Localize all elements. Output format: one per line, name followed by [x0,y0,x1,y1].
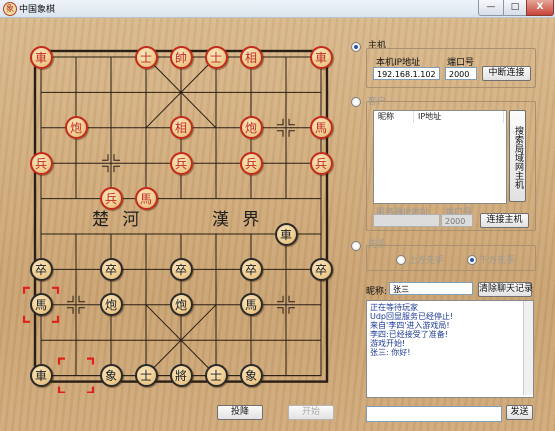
red-piece[interactable]: 炮 [64,116,88,140]
black-piece[interactable]: 象 [99,364,123,388]
chat-message: 正在等待玩家 [370,303,418,312]
red-piece[interactable]: 炮 [239,116,263,140]
chat-log[interactable]: 正在等待玩家 Udp回显服务已经停止! 来自'李四'进入游戏局! 李四:已经接受… [366,300,534,398]
position-mark [288,295,295,303]
black-piece[interactable]: 士 [134,364,158,388]
app-window: 象 中国象棋 — □ X 楚 河 漢 界 車士帥士相車炮相炮馬兵兵兵兵兵馬車卒卒… [0,0,555,431]
position-mark [67,295,74,303]
chess-piece-icon: 象 [3,2,17,16]
chat-input[interactable] [366,406,502,422]
maximize-button[interactable]: □ [503,0,527,16]
top-first-radio[interactable] [396,255,406,265]
black-piece[interactable]: 炮 [169,293,193,317]
selection-marker [57,357,65,365]
chat-message: 李四:已经接受了准备! [370,330,448,339]
first-move-radio[interactable] [351,241,361,251]
client-port-field[interactable]: 2000 [441,214,473,227]
selection-marker [87,357,95,365]
red-piece[interactable]: 兵 [169,151,193,175]
black-piece[interactable]: 馬 [239,293,263,317]
chess-board[interactable]: 楚 河 漢 界 車士帥士相車炮相炮馬兵兵兵兵兵馬車卒卒卒卒卒馬炮炮馬車象士將士象 [20,37,340,393]
minimize-button[interactable]: — [478,0,504,16]
clear-chat-button[interactable]: 清除聊天记录 [478,282,533,297]
selection-marker [52,286,60,294]
black-piece[interactable]: 車 [274,222,298,246]
black-piece[interactable]: 卒 [169,257,193,281]
position-mark [277,307,284,314]
position-mark [288,118,295,126]
red-piece[interactable]: 兵 [309,151,333,175]
bottom-first-label: 下方先手 [479,256,516,266]
connect-host-button[interactable]: 连接主机 [480,213,529,228]
list-header-ip[interactable]: IP地址 [414,111,504,123]
chat-message: 游戏开始! [370,339,406,348]
position-mark [67,307,74,314]
host-port-field[interactable]: 2000 [445,67,477,80]
nickname-field[interactable]: 张三 [389,282,473,295]
selection-marker [87,386,95,393]
client-radio[interactable] [351,97,361,107]
position-mark [277,118,284,126]
red-piece[interactable]: 士 [204,45,228,69]
position-mark [113,165,120,173]
red-piece[interactable]: 兵 [239,151,263,175]
position-mark [78,307,85,314]
red-piece[interactable]: 馬 [134,187,158,211]
title-bar: 象 中国象棋 — □ X [0,0,555,18]
red-piece[interactable]: 兵 [29,151,53,175]
list-header-nickname[interactable]: 昵称 [374,111,414,123]
position-mark [113,154,120,161]
black-piece[interactable]: 象 [239,364,263,388]
selection-marker [22,315,30,323]
black-piece[interactable]: 炮 [99,293,123,317]
selection-marker [52,315,60,323]
window-title: 中国象棋 [19,5,56,15]
red-piece[interactable]: 相 [169,116,193,140]
black-piece[interactable]: 卒 [239,257,263,281]
black-piece[interactable]: 卒 [309,257,333,281]
position-mark [288,307,295,314]
surrender-button[interactable]: 投降 [217,405,263,420]
river-text-left: 楚 河 [92,210,144,230]
host-radio[interactable] [351,42,361,52]
black-piece[interactable]: 卒 [99,257,123,281]
river-text-right: 漢 界 [212,210,264,230]
black-piece[interactable]: 將 [169,364,193,388]
red-piece[interactable]: 車 [29,45,53,69]
start-button[interactable]: 开始 [288,405,334,420]
chat-message: 来自'李四'进入游戏局! [370,321,450,330]
red-piece[interactable]: 士 [134,45,158,69]
close-button[interactable]: X [526,0,554,16]
disconnect-button[interactable]: 中断连接 [482,66,531,81]
black-piece[interactable]: 馬 [29,293,53,317]
top-first-label: 上方先手 [408,256,445,266]
chat-message: 张三: 你好! [370,348,411,357]
red-piece[interactable]: 帥 [169,45,193,69]
position-mark [288,130,295,137]
local-ip-field[interactable]: 192.168.1.102 [373,67,440,80]
position-mark [78,295,85,303]
bottom-first-radio[interactable] [467,255,477,265]
selection-marker [22,286,30,294]
chat-message: Udp回显服务已经停止! [370,312,454,321]
position-mark [277,295,284,303]
selection-marker [57,386,65,393]
red-piece[interactable]: 兵 [99,187,123,211]
red-piece[interactable]: 車 [309,45,333,69]
position-mark [102,165,109,173]
black-piece[interactable]: 士 [204,364,228,388]
position-mark [277,130,284,137]
red-piece[interactable]: 相 [239,45,263,69]
position-mark [102,154,109,161]
black-piece[interactable]: 車 [29,364,53,388]
send-button[interactable]: 发送 [506,405,533,420]
black-piece[interactable]: 卒 [29,257,53,281]
server-ip-field[interactable] [373,214,440,227]
host-list[interactable]: 昵称 IP地址 [373,110,507,204]
red-piece[interactable]: 馬 [309,116,333,140]
board-grid [22,49,329,393]
nickname-label: 昵称: [366,287,388,297]
search-lan-hosts-button[interactable]: 搜索局域网主机 [509,110,526,202]
chat-scrollbar[interactable] [523,301,533,395]
